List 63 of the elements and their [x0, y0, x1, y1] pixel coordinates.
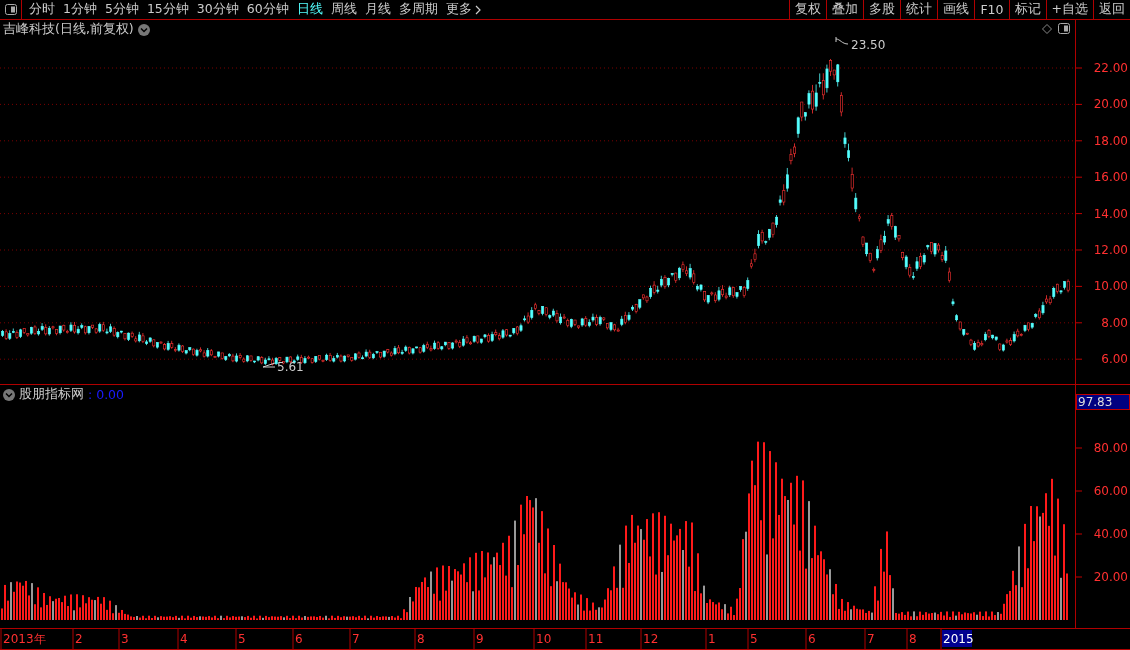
axis-label: 18.00 [1093, 133, 1128, 148]
axis-label: 22.00 [1093, 61, 1128, 75]
axis-label: 40.00 [1093, 527, 1128, 541]
axis-label: 20.00 [1093, 570, 1128, 584]
more-button[interactable]: 更多 [441, 1, 485, 18]
date-label: 3 [121, 632, 129, 646]
period-tab[interactable]: 周线 [326, 1, 361, 18]
panel-toggle-icon[interactable] [1058, 23, 1070, 34]
indicator-name: 股朋指标网 [19, 386, 84, 403]
period-tab[interactable]: 15分钟 [142, 1, 193, 18]
axis-label: 8.00 [1101, 315, 1128, 330]
toolbar-button[interactable]: 标记 [1008, 0, 1046, 19]
low-price-label: 5.61 [277, 360, 304, 374]
dropdown-icon[interactable] [3, 388, 15, 401]
period-tab[interactable]: 分时 [25, 1, 59, 18]
date-label: 2013年 [3, 632, 46, 646]
toolbar-button[interactable]: 返回 [1093, 0, 1130, 19]
axis-label: 6.00 [1101, 352, 1128, 367]
axis-label: 14.00 [1093, 206, 1128, 221]
leader-line [262, 362, 276, 368]
chevron-icon [474, 4, 481, 15]
date-label: 8 [417, 632, 425, 646]
panel-toggle-icon[interactable] [4, 4, 17, 15]
date-label: 2 [75, 632, 83, 646]
date-label: 6 [295, 632, 303, 646]
date-label: 10 [536, 632, 552, 646]
date-label: 5 [238, 632, 246, 646]
indicator-value: : 0.00 [88, 387, 125, 402]
toolbar-button[interactable]: 统计 [900, 0, 938, 19]
date-label: 1 [708, 632, 716, 646]
period-tab[interactable]: 60分钟 [242, 1, 293, 18]
toolbar-button[interactable]: 叠加 [826, 0, 864, 19]
axis-label: 10.00 [1093, 279, 1128, 294]
high-price-label: 23.50 [851, 38, 886, 52]
toolbar-button[interactable]: F10 [974, 0, 1009, 19]
date-label: 7 [867, 632, 875, 646]
date-label: 5 [750, 632, 758, 646]
period-tab[interactable]: 30分钟 [192, 1, 243, 18]
period-tab[interactable]: 1分钟 [59, 1, 101, 18]
chart-title: 吉峰科技(日线,前复权) [3, 21, 134, 38]
axis-label: 60.00 [1093, 484, 1128, 498]
axis-label: 20.00 [1093, 97, 1128, 112]
date-label: 6 [808, 632, 816, 646]
current-value-label: 97.83 [1076, 394, 1130, 410]
toolbar-button[interactable]: +自选 [1045, 0, 1093, 19]
toolbar-button[interactable]: 多股 [863, 0, 901, 19]
date-label: 8 [909, 632, 917, 646]
date-label: 11 [588, 632, 604, 646]
period-tab[interactable]: 月线 [360, 1, 395, 18]
period-tab[interactable]: 5分钟 [100, 1, 143, 18]
axis-label: 12.00 [1093, 243, 1128, 257]
date-label: 9 [476, 632, 484, 646]
date-label: 7 [352, 632, 360, 646]
dropdown-icon[interactable] [137, 23, 150, 36]
period-tab[interactable]: 日线 [292, 1, 327, 18]
date-label: 4 [180, 632, 188, 646]
period-tab[interactable]: 多周期 [394, 1, 442, 18]
toolbar-button[interactable]: 画线 [937, 0, 975, 19]
date-label: 12 [643, 632, 659, 646]
toolbar-button[interactable]: 复权 [789, 0, 827, 19]
axis-label: 16.00 [1093, 170, 1128, 185]
axis-label: 80.00 [1093, 441, 1128, 455]
leader-line [835, 36, 849, 45]
